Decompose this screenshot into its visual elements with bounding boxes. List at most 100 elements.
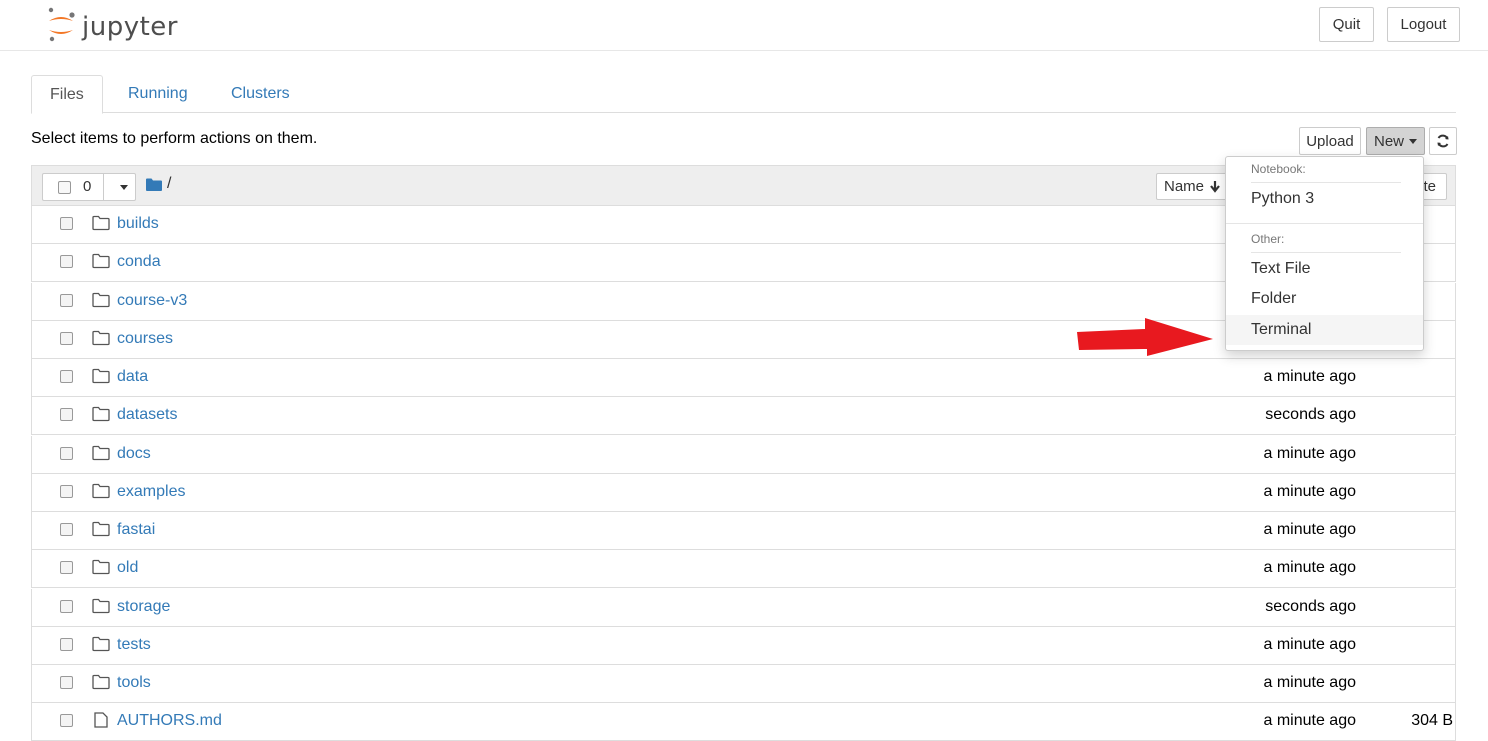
table-row[interactable]: fastai a minute ago [31,512,1456,550]
new-dropdown-menu: Notebook: Python 3 Other: Text File Fold… [1225,156,1424,351]
folder-outline-icon [92,560,110,575]
caret-down-icon [1409,138,1417,144]
row-name-link[interactable]: tools [117,674,151,692]
row-modified: a minute ago [1263,368,1356,385]
folder-outline-icon [92,254,110,269]
divider [1251,252,1401,253]
table-row[interactable]: old a minute ago [31,550,1456,589]
quit-button[interactable]: Quit [1319,7,1374,42]
select-all-checkbox[interactable] [58,181,71,194]
upload-button[interactable]: Upload [1299,127,1361,155]
row-modified: a minute ago [1263,635,1356,653]
row-name-link[interactable]: docs [117,445,151,463]
row-name-link[interactable]: data [117,368,148,386]
folder-outline-icon [92,407,110,422]
folder-outline-icon [92,521,110,537]
table-row[interactable]: examples a minute ago [31,473,1456,512]
row-name-link[interactable]: examples [117,483,185,501]
new-button-label: New [1373,132,1404,150]
other-section-header: Other: [1251,232,1285,246]
table-row[interactable]: tools a minute ago [31,665,1456,703]
row-name-link[interactable]: conda [117,253,161,271]
divider [103,174,104,200]
logout-button[interactable]: Logout [1387,7,1460,42]
tab-clusters[interactable]: Clusters [213,75,308,113]
selected-count: 0 [83,178,92,195]
folder-outline-icon [92,330,110,345]
jupyter-logo[interactable]: jupyter [46,6,186,44]
row-checkbox[interactable] [60,293,73,307]
folder-outline-icon [92,215,110,231]
row-checkbox[interactable] [60,370,73,383]
table-row[interactable]: datasets seconds ago [31,397,1456,436]
row-modified: a minute ago [1263,521,1356,538]
row-checkbox[interactable] [60,599,73,613]
folder-outline-icon [92,292,110,307]
select-all-group[interactable]: 0 [42,173,136,201]
menu-item-terminal[interactable]: Terminal [1226,315,1423,345]
row-modified: a minute ago [1263,444,1356,462]
row-modified: a minute ago [1263,482,1356,500]
folder-outline-icon [92,598,110,613]
select-caret-down-icon[interactable] [120,185,128,190]
row-name-link[interactable]: datasets [117,406,177,424]
row-name-link[interactable]: old [117,559,138,577]
tab-running[interactable]: Running [110,75,206,113]
folder-outline-icon [92,636,110,651]
tab-bar: Files Running Clusters [31,75,1456,114]
table-row[interactable]: tests a minute ago [31,626,1456,665]
folder-icon [146,178,162,191]
jupyter-logo-icon [48,7,75,42]
row-name-link[interactable]: tests [117,636,151,654]
file-outline-icon [94,712,108,728]
folder-outline-icon [92,483,110,498]
row-modified: seconds ago [1265,597,1356,615]
menu-item-python3[interactable]: Python 3 [1226,184,1423,214]
row-modified: seconds ago [1265,406,1356,424]
row-checkbox[interactable] [60,484,73,498]
red-arrow-annotation [1077,318,1213,356]
row-checkbox[interactable] [60,676,73,689]
row-checkbox[interactable] [60,523,73,536]
row-size: 304 B [1411,712,1453,730]
selection-hint: Select items to perform actions on them. [31,130,318,147]
new-button[interactable]: New [1366,127,1425,155]
row-name-link[interactable]: builds [117,215,159,233]
menu-item-folder[interactable]: Folder [1226,284,1423,314]
row-checkbox[interactable] [60,255,73,269]
row-checkbox[interactable] [60,446,73,460]
row-name-link[interactable]: fastai [117,521,155,539]
row-modified: a minute ago [1263,559,1356,577]
row-checkbox[interactable] [60,561,73,575]
menu-item-text-file[interactable]: Text File [1226,254,1423,284]
row-modified: a minute ago [1263,712,1356,730]
row-checkbox[interactable] [60,637,73,651]
logo-text: jupyter [82,12,178,42]
sort-modified-label: te [1423,178,1436,195]
sort-by-name-button[interactable]: Name [1156,173,1227,200]
row-name-link[interactable]: courses [117,330,173,348]
table-row[interactable]: docs a minute ago [31,435,1456,474]
folder-outline-icon [92,674,110,690]
refresh-button[interactable] [1429,127,1457,155]
row-checkbox[interactable] [60,217,73,230]
sort-name-label: Name [1164,178,1205,195]
row-checkbox[interactable] [60,408,73,422]
table-row[interactable]: data a minute ago [31,359,1456,397]
table-row[interactable]: storage seconds ago [31,588,1456,627]
row-name-link[interactable]: AUTHORS.md [117,712,222,730]
row-name-link[interactable]: storage [117,598,170,616]
tab-files[interactable]: Files [31,75,103,114]
divider [1226,223,1423,224]
refresh-icon [1437,134,1449,148]
header-bar: jupyter Quit Logout [0,0,1488,51]
table-row[interactable]: AUTHORS.md a minute ago 304 B [31,703,1456,741]
row-name-link[interactable]: course-v3 [117,292,187,310]
row-checkbox[interactable] [60,331,73,345]
folder-outline-icon [92,368,110,384]
breadcrumb[interactable]: / [167,175,171,193]
divider [1251,182,1401,183]
row-checkbox[interactable] [60,714,73,728]
row-modified: a minute ago [1263,674,1356,691]
arrow-down-icon [1210,181,1220,193]
